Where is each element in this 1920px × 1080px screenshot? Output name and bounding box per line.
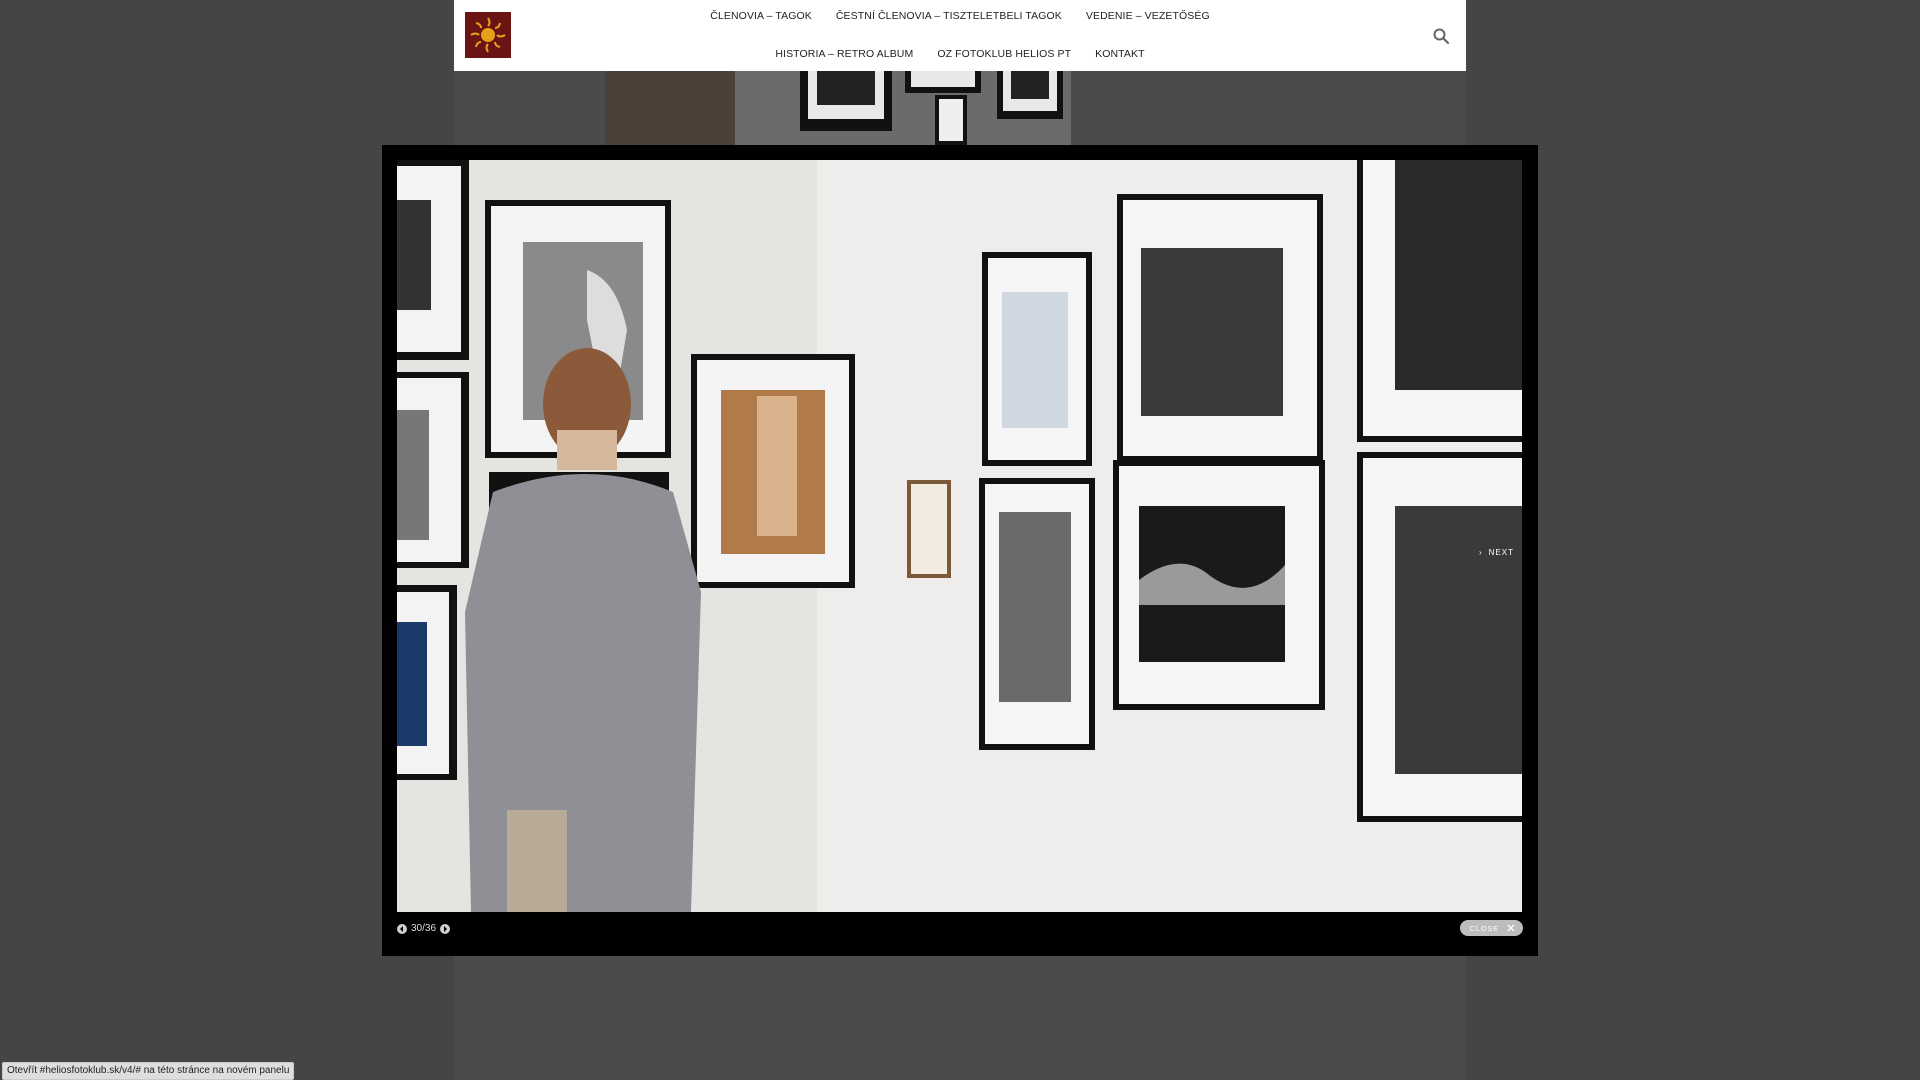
main-nav-row-1: ČLENOVIA – TAGOK ČESTNÍ ČLENOVIA – TISZT… [454, 10, 1466, 22]
prev-arrow-icon[interactable] [397, 923, 407, 934]
lightbox-photo[interactable]: › NEXT [397, 160, 1522, 912]
nav-item-kontakt[interactable]: KONTAKT [1095, 48, 1145, 60]
nav-item-cestni-clenovia[interactable]: ČESTNÍ ČLENOVIA – TISZTELETBELI TAGOK [836, 10, 1062, 22]
nav-item-clenovia[interactable]: ČLENOVIA – TAGOK [710, 10, 812, 22]
lightbox: › NEXT 30/36 CLOSE [382, 145, 1538, 956]
browser-status-bar: Otevřít #heliosfotoklub.sk/v4/# na této … [2, 1062, 295, 1080]
lightbox-pager: 30/36 [397, 923, 451, 934]
site-header: ČLENOVIA – TAGOK ČESTNÍ ČLENOVIA – TISZT… [454, 0, 1466, 71]
background-gallery-photo [605, 71, 1071, 146]
main-nav-row-2: HISTORIA – RETRO ALBUM OZ FOTOKLUB HELIO… [454, 48, 1466, 60]
next-label: NEXT [1488, 547, 1514, 557]
nav-item-historia[interactable]: HISTORIA – RETRO ALBUM [775, 48, 913, 60]
next-arrow-icon[interactable] [440, 923, 451, 934]
nav-item-oz-fotoklub[interactable]: OZ FOTOKLUB HELIOS PT [937, 48, 1071, 60]
close-label: CLOSE [1469, 923, 1499, 933]
nav-item-vedenie[interactable]: VEDENIE – VEZETŐSÉG [1086, 10, 1210, 22]
gallery-exhibition-photo [397, 160, 1522, 912]
close-button[interactable]: CLOSE [1459, 920, 1523, 936]
next-button[interactable]: › NEXT [1473, 543, 1520, 561]
close-icon [1507, 924, 1515, 932]
chevron-right-icon: › [1478, 547, 1483, 557]
search-icon[interactable] [1432, 27, 1450, 45]
image-counter: 30/36 [411, 923, 437, 934]
